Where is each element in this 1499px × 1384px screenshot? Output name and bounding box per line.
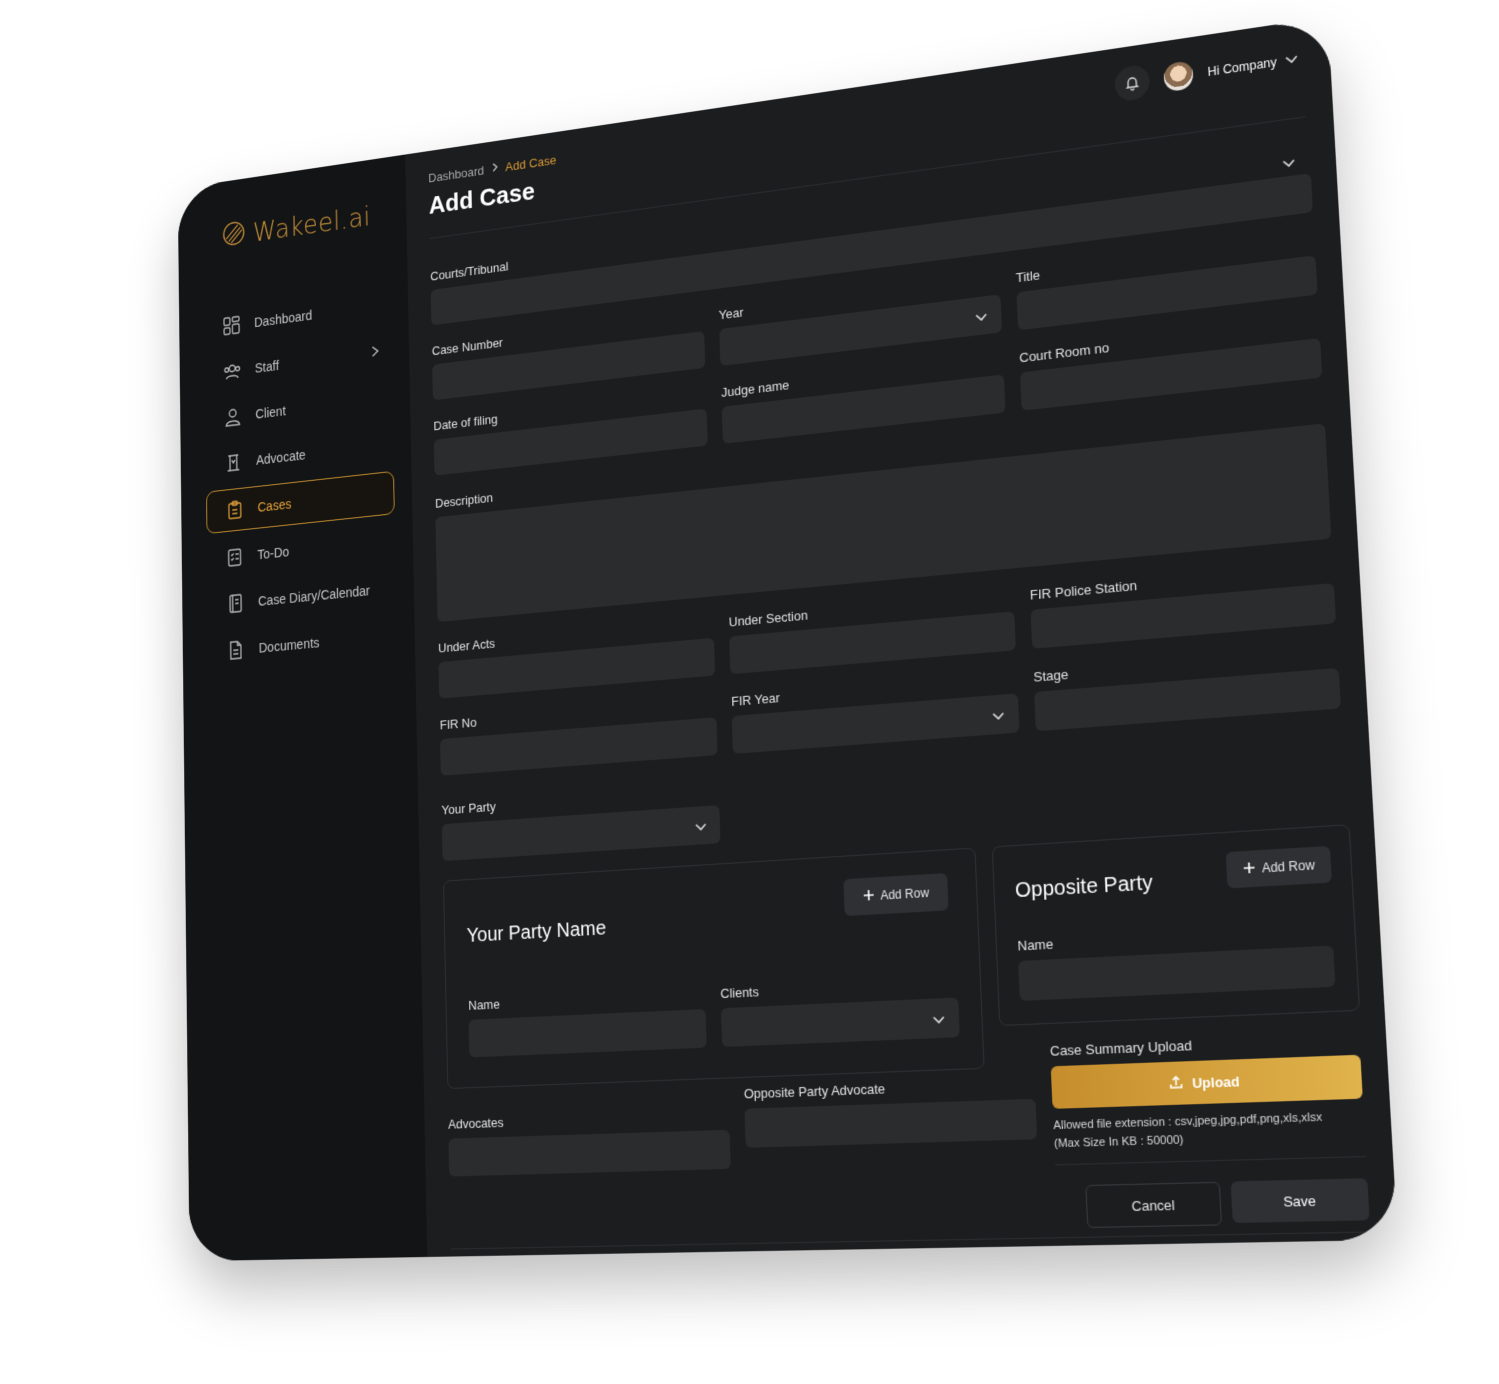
user-area: Hi Company: [1113, 42, 1299, 103]
case-number-label: Case Number: [431, 335, 504, 359]
sidebar: Wakeel.ai Dashboard Staff Client Advocat…: [177, 154, 428, 1262]
your-party-name-box: Your Party Name Add Row Name Clients: [443, 847, 985, 1090]
sidebar-item-label: Dashboard: [254, 307, 313, 330]
year-select[interactable]: [719, 294, 1003, 366]
opposite-party-box: Opposite Party Add Row Name: [991, 824, 1361, 1027]
date-of-filing-label: Date of filing: [433, 411, 498, 434]
logo-icon: [221, 218, 246, 253]
user-name: Hi Company: [1207, 54, 1278, 80]
under-section-label: Under Section: [728, 607, 809, 630]
sidebar-item-label: Documents: [258, 634, 320, 656]
advocates-label: Advocates: [447, 1114, 504, 1132]
upload-icon: [1168, 1074, 1184, 1093]
user-menu[interactable]: Hi Company: [1207, 52, 1298, 79]
upload-hint: Allowed file extension : csv,jpeg,jpg,pd…: [1053, 1107, 1379, 1154]
page-title: Add Case: [428, 176, 536, 220]
save-button[interactable]: Save: [1230, 1178, 1370, 1224]
sidebar-nav: Dashboard Staff Client Advocate Cases To…: [204, 284, 398, 679]
add-row-button[interactable]: Add Row: [1225, 845, 1332, 889]
logo-text: Wakeel.ai: [252, 201, 371, 248]
party-name-label: Name: [468, 996, 501, 1013]
app-window: Wakeel.ai Dashboard Staff Client Advocat…: [177, 16, 1398, 1262]
cancel-button[interactable]: Cancel: [1085, 1181, 1223, 1229]
sidebar-item-label: Cases: [257, 496, 292, 515]
breadcrumb: Dashboard Add Case: [428, 153, 556, 186]
fir-year-label: FIR Year: [731, 690, 781, 710]
add-row-label: Add Row: [1261, 857, 1316, 876]
sidebar-item-label: To-Do: [257, 543, 290, 563]
opposite-advocate-input[interactable]: [744, 1098, 1038, 1148]
add-row-button[interactable]: Add Row: [843, 873, 949, 917]
upload-button[interactable]: Upload: [1050, 1054, 1363, 1109]
users-icon: [221, 358, 243, 384]
judge-name-label: Judge name: [721, 377, 790, 400]
advocates-input[interactable]: [448, 1129, 731, 1177]
sidebar-item-label: Advocate: [256, 447, 306, 468]
chevron-right-icon: [491, 161, 498, 176]
bell-icon[interactable]: [1113, 63, 1151, 103]
chevron-down-icon: [695, 818, 707, 837]
avatar[interactable]: [1163, 60, 1194, 93]
opposite-advocate-label: Opposite Party Advocate: [743, 1080, 886, 1102]
chevron-down-icon: [932, 1011, 945, 1030]
footer-divider: [450, 1231, 1371, 1250]
main-content: Dashboard Add Case Add Case Hi Company C…: [405, 16, 1398, 1257]
chevron-down-icon: [992, 707, 1005, 726]
stage-label: Stage: [1033, 666, 1069, 685]
checklist-icon: [224, 544, 246, 570]
plus-icon: [1242, 861, 1256, 878]
plus-icon: [862, 888, 874, 904]
sidebar-item-label: Staff: [254, 357, 280, 376]
clients-label: Clients: [720, 984, 760, 1002]
diary-icon: [224, 590, 246, 616]
description-label: Description: [434, 490, 494, 511]
chevron-down-icon: [1282, 154, 1296, 174]
your-party-label: Your Party: [441, 799, 496, 818]
clients-select[interactable]: [720, 997, 960, 1048]
title-label: Title: [1015, 267, 1041, 286]
fir-station-label: FIR Police Station: [1029, 577, 1138, 603]
sidebar-item-label: Case Diary/Calendar: [257, 582, 371, 609]
fir-no-label: FIR No: [439, 714, 477, 733]
year-label: Year: [718, 304, 744, 323]
sidebar-item-label: Client: [255, 403, 286, 422]
chevron-right-icon[interactable]: [371, 344, 380, 361]
logo: Wakeel.ai: [221, 200, 371, 253]
opposite-party-title: Opposite Party: [1014, 871, 1154, 903]
title-input[interactable]: [1016, 255, 1318, 331]
divider: [1055, 1156, 1367, 1166]
case-summary-upload-label: Case Summary Upload: [1049, 1037, 1193, 1059]
add-row-label: Add Row: [880, 885, 930, 903]
opposite-name-input[interactable]: [1018, 945, 1336, 1001]
breadcrumb-current: Add Case: [505, 152, 557, 175]
upload-label: Upload: [1191, 1072, 1241, 1091]
grid-icon: [221, 312, 243, 339]
clipboard-icon: [224, 497, 246, 523]
your-party-name-title: Your Party Name: [466, 917, 607, 947]
breadcrumb-root[interactable]: Dashboard: [428, 163, 484, 185]
advocate-icon: [222, 450, 244, 476]
party-name-input[interactable]: [468, 1008, 707, 1058]
opposite-name-label: Name: [1017, 936, 1054, 954]
chevron-down-icon: [975, 308, 988, 327]
user-icon: [222, 404, 244, 430]
fir-no-input[interactable]: [440, 717, 718, 776]
stage-input[interactable]: [1034, 667, 1341, 732]
court-room-label: Court Room no: [1019, 339, 1110, 366]
courts-label: Courts/Tribunal: [430, 259, 509, 284]
under-acts-label: Under Acts: [437, 635, 496, 656]
document-icon: [225, 637, 247, 663]
chevron-down-icon: [1285, 52, 1299, 68]
